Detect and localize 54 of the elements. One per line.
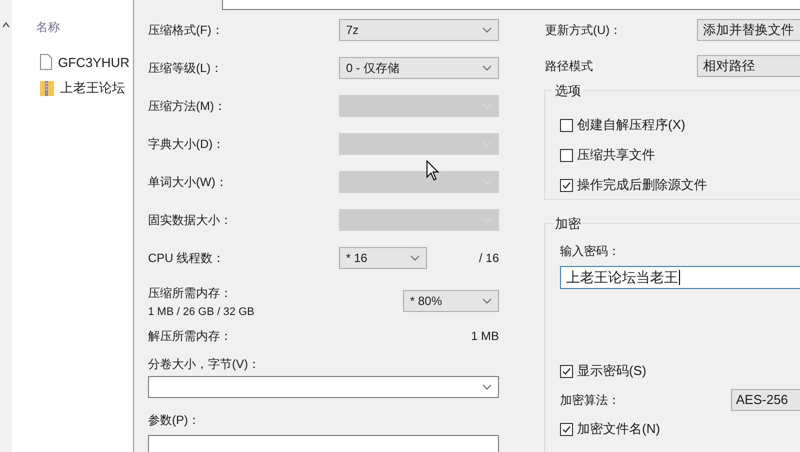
field-label: 压缩格式(F)： — [148, 22, 224, 39]
document-icon — [40, 54, 52, 70]
dropdown[interactable]: 0 - 仅存储 — [339, 57, 499, 79]
dropdown[interactable]: * 16 — [339, 247, 427, 269]
field-label: 分卷大小，字节(V)： — [148, 356, 261, 370]
memory-usage: 1 MB — [470, 329, 499, 343]
scroll-up-icon[interactable] — [2, 22, 10, 28]
dropdown[interactable]: 7z — [339, 19, 499, 41]
field-label: 单词大小(W)： — [148, 174, 228, 191]
field-label: 压缩方法(M)： — [148, 98, 227, 115]
checkbox[interactable] — [560, 178, 573, 192]
archive-path-field[interactable] — [222, 0, 800, 10]
chevron-icon — [410, 255, 420, 261]
dropdown[interactable]: * 80% — [403, 290, 499, 312]
field-label: CPU 线程数： — [148, 250, 226, 267]
group-title: 加密 — [553, 216, 583, 232]
checkbox-label[interactable]: 显示密码(S) — [577, 363, 646, 379]
chevron-icon — [482, 298, 492, 304]
group-title: 选项 — [553, 83, 583, 99]
field-label: 固实数据大小： — [148, 212, 233, 229]
password-field[interactable]: 上老王论坛当老王 — [560, 266, 800, 289]
checkbox[interactable] — [560, 118, 573, 132]
chevron-icon — [482, 384, 492, 390]
file-item[interactable]: GFC3YHUR — [40, 49, 130, 75]
checkbox-label[interactable]: 压缩共享文件 — [577, 147, 655, 163]
zipped-folder-icon — [40, 80, 54, 96]
memory-usage: 1 MB / 26 GB / 32 GB — [148, 306, 254, 318]
thread-count: / 16 — [478, 250, 499, 267]
field-label: 参数(P)： — [148, 412, 201, 429]
checkbox[interactable] — [560, 422, 573, 436]
column-header[interactable]: 名称 — [36, 19, 130, 36]
field-label: 路径模式 — [545, 58, 594, 75]
field-label: 更新方式(U)： — [545, 22, 623, 39]
mouse-pointer-icon — [426, 160, 440, 182]
checkbox-label[interactable]: 加密文件名(N) — [577, 421, 660, 437]
chevron-icon — [482, 27, 492, 33]
field-label: 字典大小(D)： — [148, 136, 226, 153]
checkbox[interactable] — [560, 364, 573, 378]
chevron-icon — [482, 65, 492, 71]
field-label: 解压所需内存： — [148, 328, 232, 344]
dropdown[interactable]: 相对路径 — [697, 55, 800, 77]
checkbox-label[interactable]: 操作完成后删除源文件 — [577, 177, 707, 193]
dropdown[interactable]: AES-256 — [731, 389, 800, 411]
field-label: 加密算法： — [560, 392, 621, 408]
field-label: 压缩所需内存： — [148, 284, 233, 302]
checkbox-label[interactable]: 创建自解压程序(X) — [577, 117, 686, 133]
scrollbar[interactable] — [0, 0, 12, 452]
dropdown[interactable]: 添加并替换文件 — [697, 19, 800, 41]
file-item[interactable]: 上老王论坛 — [40, 75, 130, 101]
field-label: 压缩等级(L)： — [148, 60, 224, 77]
checkbox[interactable] — [560, 148, 573, 162]
parameters-field[interactable] — [148, 435, 499, 452]
volume-size-dropdown[interactable] — [148, 376, 499, 398]
field-label: 输入密码： — [560, 243, 621, 259]
